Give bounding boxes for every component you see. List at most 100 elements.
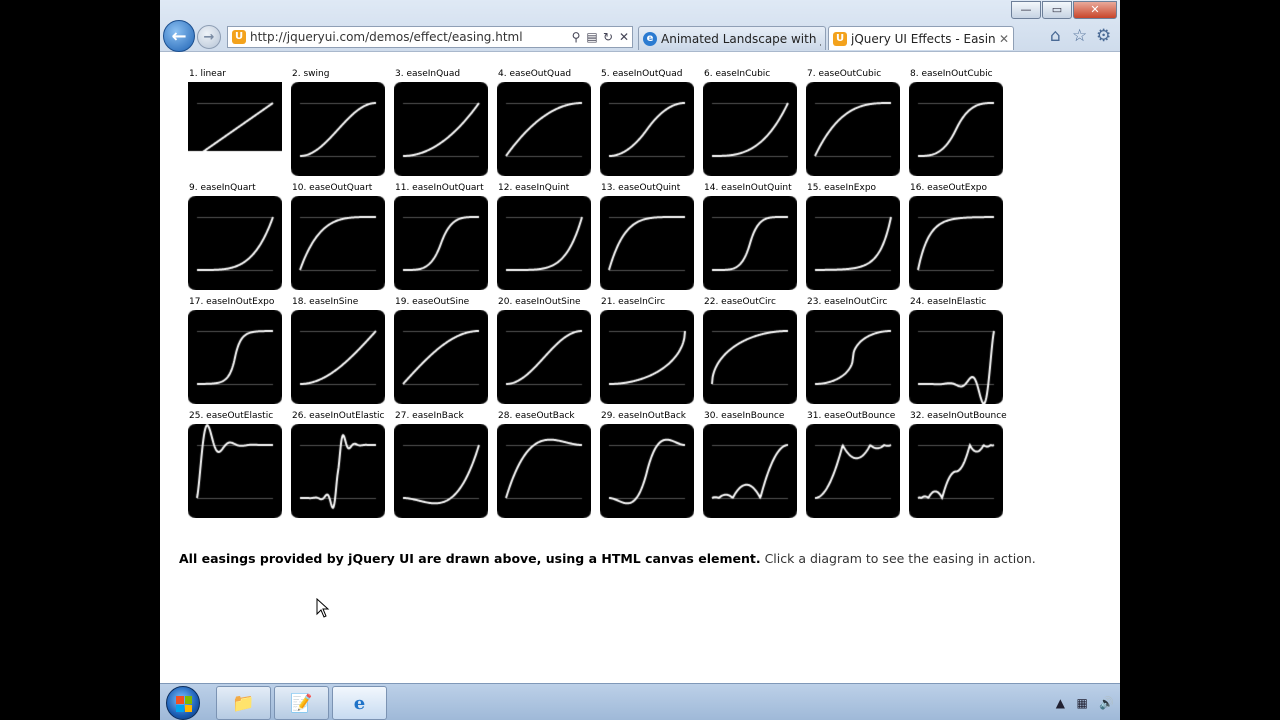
easing-canvas[interactable] — [394, 196, 488, 290]
maximize-button[interactable]: ▭ — [1042, 1, 1072, 19]
easing-diagram[interactable]: 7. easeOutCubic — [806, 69, 902, 179]
taskbar-notepad-button[interactable]: 📝 — [274, 686, 329, 720]
easing-label: 15. easeInExpo — [807, 183, 877, 193]
easing-diagram[interactable]: 24. easeInElastic — [909, 297, 1005, 407]
tab-animated-landscape[interactable]: e Animated Landscape with jQu... — [638, 26, 826, 50]
easing-canvas[interactable] — [497, 424, 591, 518]
taskbar: 📁 📝 e ▲ ▦ 🔊 — [160, 683, 1120, 720]
compatibility-icon[interactable]: ▤ — [584, 30, 600, 44]
taskbar-explorer-button[interactable]: 📁 — [216, 686, 271, 720]
easing-canvas[interactable] — [497, 196, 591, 290]
close-tab-icon[interactable]: ✕ — [999, 32, 1009, 46]
easing-canvas[interactable] — [909, 196, 1003, 290]
easing-canvas[interactable] — [909, 82, 1003, 176]
easing-diagram[interactable]: 28. easeOutBack — [497, 411, 593, 521]
easing-canvas[interactable] — [291, 424, 385, 518]
easing-canvas[interactable] — [703, 310, 797, 404]
easing-diagram[interactable]: 13. easeOutQuint — [600, 183, 696, 293]
easing-diagram[interactable]: 15. easeInExpo — [806, 183, 902, 293]
easing-canvas[interactable] — [394, 310, 488, 404]
easing-diagram[interactable]: 9. easeInQuart — [188, 183, 284, 293]
easing-canvas[interactable] — [909, 310, 1003, 404]
easing-label: 19. easeOutSine — [395, 297, 470, 307]
easing-diagram[interactable]: 5. easeInOutQuad — [600, 69, 696, 179]
easing-canvas[interactable] — [188, 424, 282, 518]
home-icon[interactable]: ⌂ — [1050, 26, 1061, 46]
easing-canvas[interactable] — [291, 310, 385, 404]
gear-icon[interactable]: ⚙ — [1096, 26, 1111, 46]
easing-label: 25. easeOutElastic — [189, 411, 274, 421]
easing-diagram[interactable]: 32. easeInOutBounce — [909, 411, 1007, 521]
easing-label: 27. easeInBack — [395, 411, 464, 421]
network-icon[interactable]: ▦ — [1076, 696, 1087, 710]
easing-diagram[interactable]: 12. easeInQuint — [497, 183, 593, 293]
address-url[interactable]: http://jqueryui.com/demos/effect/easing.… — [250, 30, 568, 44]
easing-canvas[interactable] — [600, 82, 694, 176]
easing-diagram[interactable]: 31. easeOutBounce — [806, 411, 902, 521]
forward-button[interactable]: → — [197, 25, 221, 49]
easing-label: 29. easeInOutBack — [601, 411, 686, 421]
site-favicon-icon: U — [232, 30, 246, 44]
easing-diagram[interactable]: 18. easeInSine — [291, 297, 387, 407]
easing-diagram[interactable]: 17. easeInOutExpo — [188, 297, 284, 407]
folder-icon: 📁 — [232, 692, 255, 714]
taskbar-ie-button[interactable]: e — [332, 686, 387, 720]
easing-canvas[interactable] — [703, 196, 797, 290]
easing-canvas[interactable] — [806, 196, 900, 290]
easing-diagram[interactable]: 21. easeInCirc — [600, 297, 696, 407]
back-button[interactable]: ← — [163, 20, 195, 52]
easing-canvas[interactable] — [806, 82, 900, 176]
easing-diagram[interactable]: 14. easeInOutQuint — [703, 183, 799, 293]
easing-canvas[interactable] — [806, 310, 900, 404]
easing-canvas[interactable] — [600, 424, 694, 518]
easing-diagram[interactable]: 23. easeInOutCirc — [806, 297, 902, 407]
easing-diagram[interactable]: 6. easeInCubic — [703, 69, 799, 179]
tray-expand-icon[interactable]: ▲ — [1056, 696, 1065, 710]
easing-diagram[interactable]: 8. easeInOutCubic — [909, 69, 1005, 179]
easing-diagram[interactable]: 16. easeOutExpo — [909, 183, 1005, 293]
search-icon[interactable]: ⚲ — [568, 30, 584, 44]
easing-diagram[interactable]: 3. easeInQuad — [394, 69, 490, 179]
refresh-icon[interactable]: ↻ — [600, 30, 616, 44]
easing-diagram[interactable]: 11. easeInOutQuart — [394, 183, 490, 293]
tab-jquery-easing[interactable]: U jQuery UI Effects - Easing d... ✕ — [828, 26, 1014, 50]
easing-canvas[interactable] — [188, 82, 282, 176]
easing-diagram[interactable]: 10. easeOutQuart — [291, 183, 387, 293]
easing-diagram[interactable]: 4. easeOutQuad — [497, 69, 593, 179]
volume-icon[interactable]: 🔊 — [1099, 696, 1114, 710]
easing-diagram[interactable]: 19. easeOutSine — [394, 297, 490, 407]
easing-diagram[interactable]: 20. easeInOutSine — [497, 297, 593, 407]
easing-canvas[interactable] — [909, 424, 1003, 518]
easing-label: 22. easeOutCirc — [704, 297, 777, 307]
easing-diagram[interactable]: 27. easeInBack — [394, 411, 490, 521]
easing-canvas[interactable] — [291, 82, 385, 176]
easing-canvas[interactable] — [291, 196, 385, 290]
easing-diagram[interactable]: 22. easeOutCirc — [703, 297, 799, 407]
minimize-button[interactable]: — — [1011, 1, 1041, 19]
easing-diagram[interactable]: 29. easeInOutBack — [600, 411, 696, 521]
easing-canvas[interactable] — [394, 82, 488, 176]
easing-canvas[interactable] — [497, 82, 591, 176]
address-bar[interactable]: U http://jqueryui.com/demos/effect/easin… — [227, 26, 633, 48]
easing-label: 24. easeInElastic — [910, 297, 987, 307]
easing-diagram[interactable]: 26. easeInOutElastic — [291, 411, 387, 521]
easing-canvas[interactable] — [600, 310, 694, 404]
easing-diagram[interactable]: 2. swing — [291, 69, 387, 179]
easing-canvas[interactable] — [394, 424, 488, 518]
easing-canvas[interactable] — [188, 196, 282, 290]
easing-canvas[interactable] — [703, 424, 797, 518]
easing-canvas[interactable] — [703, 82, 797, 176]
description-normal: Click a diagram to see the easing in act… — [760, 551, 1036, 566]
easing-diagram[interactable]: 30. easeInBounce — [703, 411, 799, 521]
easing-canvas[interactable] — [600, 196, 694, 290]
close-window-button[interactable]: ✕ — [1073, 1, 1117, 19]
easing-diagram[interactable]: 25. easeOutElastic — [188, 411, 284, 521]
easing-canvas[interactable] — [497, 310, 591, 404]
easing-diagram[interactable]: 1. linear — [188, 69, 284, 179]
stop-icon[interactable]: ✕ — [616, 30, 632, 44]
start-button[interactable] — [166, 686, 200, 720]
screen: — ▭ ✕ ← → U http://jqueryui.com/demos/ef… — [160, 0, 1120, 720]
easing-canvas[interactable] — [806, 424, 900, 518]
easing-canvas[interactable] — [188, 310, 282, 404]
star-icon[interactable]: ☆ — [1072, 26, 1087, 46]
